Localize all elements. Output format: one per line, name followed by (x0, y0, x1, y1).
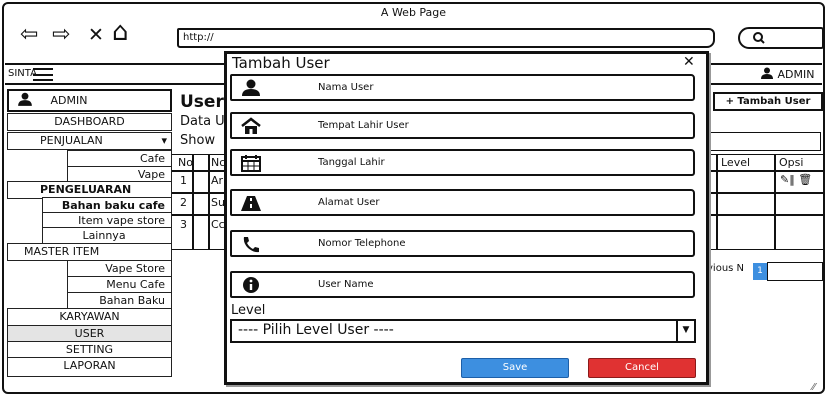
home-icon[interactable]: ⌂ (112, 19, 129, 45)
sidebar-profile-name: ADMIN (50, 94, 88, 107)
table-header-no: No (178, 156, 193, 169)
close-icon[interactable]: ✕ (88, 24, 104, 46)
modal-title: Tambah User (232, 54, 330, 72)
user-icon (242, 79, 260, 96)
resize-handle[interactable]: ⁄⁄ (812, 382, 815, 393)
table-header-level: Level (721, 156, 751, 169)
field-label: Tanggal Lahir (318, 157, 385, 168)
sidebar-item-menu-cafe[interactable]: Menu Cafe (67, 276, 172, 293)
phone-icon (243, 237, 259, 253)
page-title: User (180, 92, 224, 112)
tanggal-lahir-field[interactable]: Tanggal Lahir (230, 149, 695, 176)
browser-search-field[interactable] (738, 27, 824, 49)
close-icon[interactable]: ✕ (683, 54, 695, 70)
add-user-button[interactable]: + Tambah User (713, 92, 823, 111)
sidebar-item-cafe[interactable]: Cafe (67, 150, 172, 167)
section-title: Data U (180, 114, 225, 129)
field-label: Tempat Lahir User (318, 120, 409, 131)
forward-icon[interactable]: ⇨ (52, 24, 70, 46)
user-name-field[interactable]: User Name (230, 271, 695, 298)
chevron-down-icon: ▾ (161, 134, 167, 147)
menu-hamburger-icon[interactable] (33, 68, 53, 81)
table-col-divider (774, 154, 776, 250)
tempat-lahir-field[interactable]: Tempat Lahir User (230, 112, 695, 139)
table-cell-name: Ar (211, 174, 224, 187)
home-icon (241, 117, 261, 134)
user-menu[interactable]: ADMIN (760, 67, 814, 81)
user-menu-label: ADMIN (777, 68, 815, 81)
show-entries-label: Show (180, 133, 216, 148)
alamat-user-field[interactable]: Alamat User (230, 189, 695, 216)
table-cell-no: 1 (180, 174, 187, 187)
table-cell-no: 3 (180, 218, 187, 231)
pagination-next[interactable] (767, 262, 823, 281)
search-icon (753, 32, 765, 44)
field-label: Nomor Telephone (318, 238, 406, 249)
level-label: Level (231, 303, 266, 318)
field-label: Nama User (318, 82, 374, 93)
sidebar-item-penjualan[interactable]: PENJUALAN ▾ (7, 132, 172, 150)
sidebar-profile: ADMIN (7, 89, 172, 112)
calendar-icon (241, 155, 261, 172)
sidebar-item-karyawan[interactable]: KARYAWAN (7, 308, 172, 326)
sidebar-item-bahan-baku[interactable]: Bahan Baku (67, 292, 172, 309)
user-icon (18, 92, 32, 106)
info-icon (243, 277, 259, 293)
road-icon (241, 196, 261, 211)
sidebar-item-lainnya[interactable]: Lainnya (42, 227, 172, 244)
back-icon[interactable]: ⇦ (20, 24, 38, 46)
url-bar[interactable]: http:// (177, 28, 715, 48)
sidebar-item-laporan[interactable]: LAPORAN (7, 357, 172, 377)
cancel-button[interactable]: Cancel (588, 358, 696, 378)
user-icon (761, 67, 773, 79)
save-button[interactable]: Save (461, 358, 569, 378)
sidebar-item-vape-store[interactable]: Vape Store (67, 260, 172, 277)
table-search-input[interactable] (707, 132, 821, 151)
row-actions[interactable]: ✎‖ 🗑 (780, 173, 812, 186)
table-col-divider (208, 154, 210, 250)
table-cell-name: Cc (211, 218, 225, 231)
table-header-opsi: Opsi (779, 156, 804, 169)
nomor-telephone-field[interactable]: Nomor Telephone (230, 230, 695, 257)
nama-user-field[interactable]: Nama User (230, 74, 695, 101)
sidebar-item-dashboard[interactable]: DASHBOARD (7, 113, 172, 131)
sidebar-item-label: PENJUALAN (40, 134, 103, 147)
pagination-previous[interactable]: vious N (707, 263, 744, 274)
sidebar-item-master-item[interactable]: MASTER ITEM (7, 243, 172, 261)
table-cell-no: 2 (180, 196, 187, 209)
table-col-divider (716, 154, 718, 250)
pagination-page-1[interactable]: 1 (753, 263, 767, 280)
level-select[interactable]: ---- Pilih Level User ---- (230, 319, 696, 343)
field-label: User Name (318, 279, 374, 290)
table-cell-name: Su (211, 196, 225, 209)
field-label: Alamat User (318, 197, 380, 208)
chevron-down-icon[interactable]: ▼ (676, 320, 694, 341)
